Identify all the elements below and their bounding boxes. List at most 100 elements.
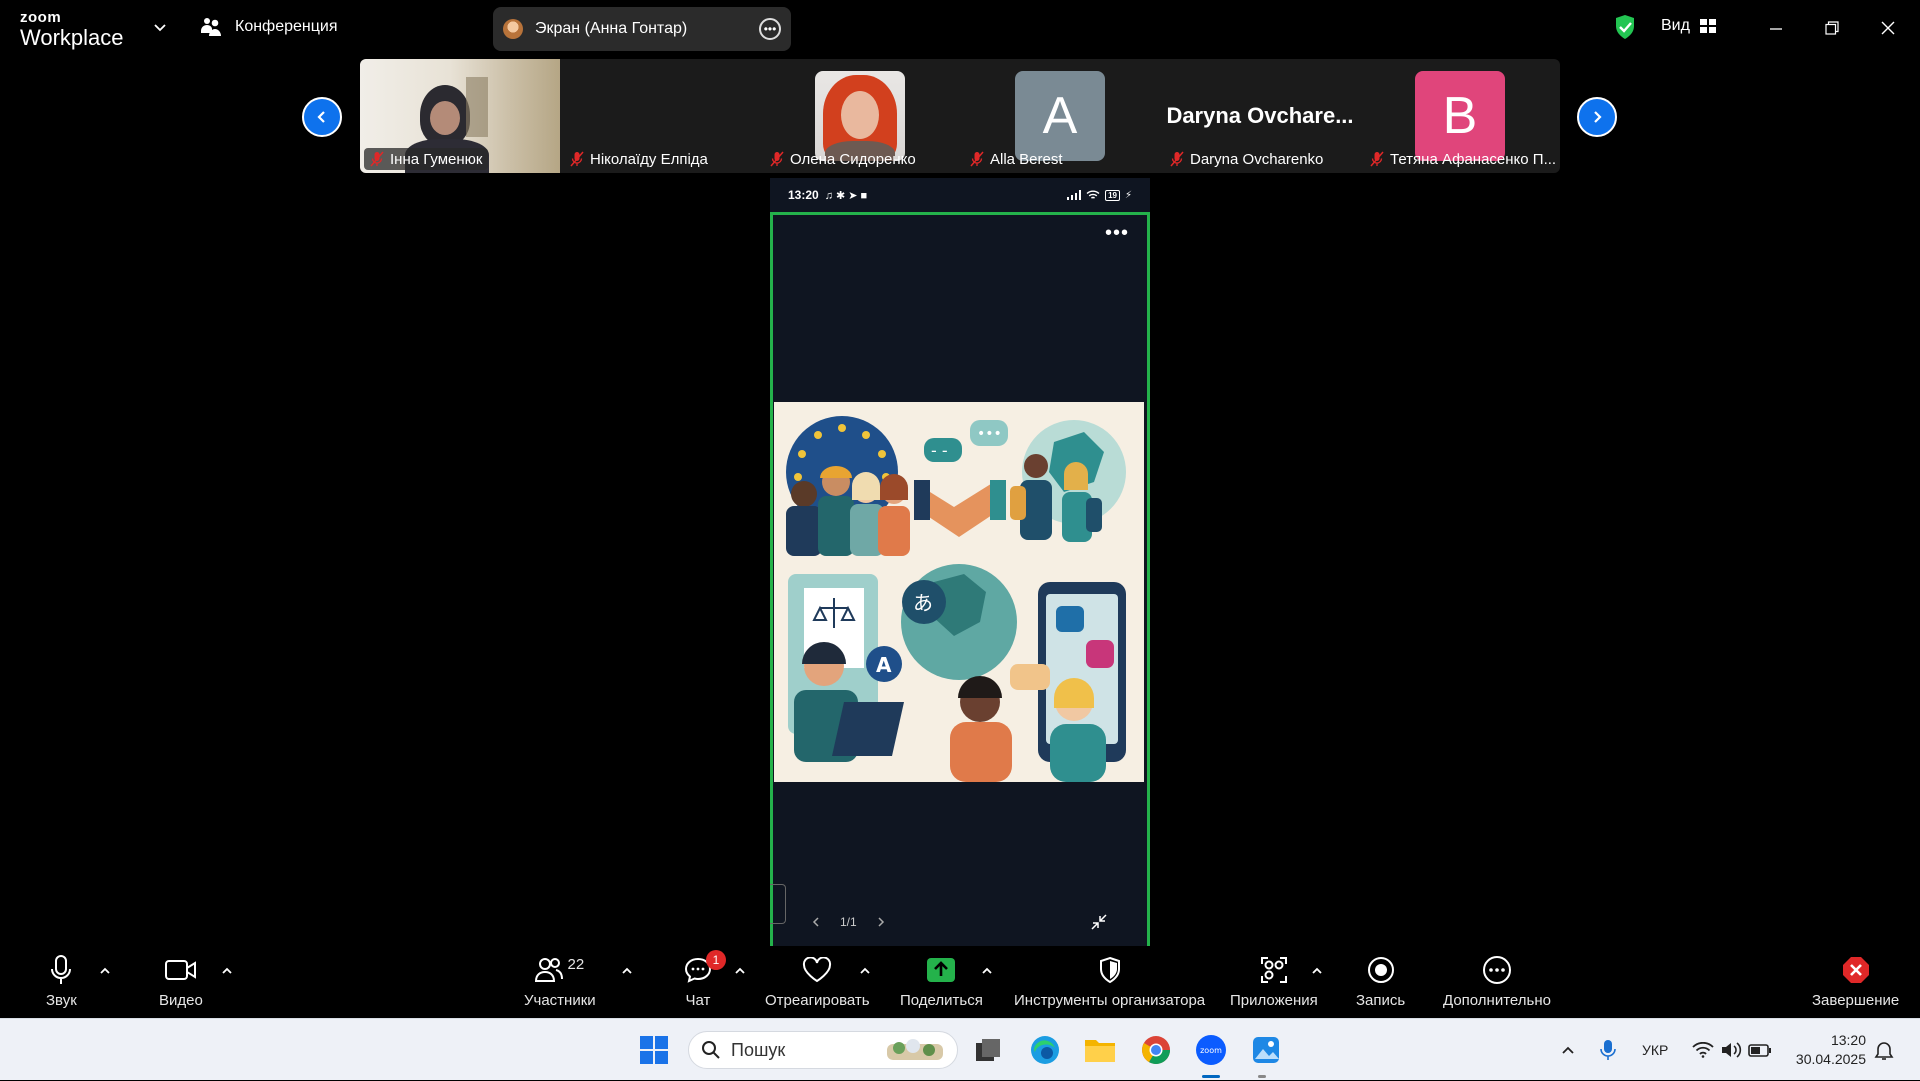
close-button[interactable] — [1874, 14, 1902, 42]
record-label: Запись — [1356, 992, 1406, 1009]
chevron-up-icon[interactable] — [980, 964, 994, 978]
phone-notification-icons: ♫ ✱ ➤ ■ — [824, 189, 868, 202]
chevron-right-icon[interactable] — [875, 916, 887, 928]
close-icon — [1881, 21, 1895, 35]
chevron-up-icon[interactable] — [733, 964, 747, 978]
video-camera-icon — [164, 960, 196, 980]
record-icon — [1367, 957, 1394, 983]
minimize-button[interactable] — [1762, 14, 1790, 42]
more-options-icon[interactable]: ••• — [759, 18, 781, 40]
chevron-up-icon[interactable] — [220, 964, 234, 978]
volume-icon[interactable] — [1720, 1041, 1742, 1059]
participant-tile[interactable]: A Alla Berest — [960, 59, 1160, 173]
edge-app[interactable] — [1027, 1032, 1063, 1068]
grid-view-icon — [1699, 19, 1716, 33]
people-icon — [201, 18, 221, 36]
start-button[interactable] — [636, 1032, 672, 1068]
more-label: Дополнительно — [1443, 992, 1551, 1009]
minimize-icon — [1770, 28, 1782, 30]
participant-name: Daryna Ovcharenko — [1190, 150, 1324, 168]
host-tools-label: Инструменты организатора — [1014, 992, 1206, 1009]
zoom-icon: zoom — [1196, 1035, 1226, 1065]
chevron-up-icon[interactable] — [98, 964, 112, 978]
previous-page-button[interactable] — [302, 97, 342, 137]
chevron-up-icon[interactable] — [1310, 964, 1324, 978]
svg-text:•••: ••• — [977, 426, 1002, 442]
mic-muted-icon — [1370, 151, 1384, 167]
participant-name-tag: Тетяна Афанасенко П... — [1364, 148, 1560, 170]
end-meeting-button[interactable]: Завершение — [1812, 952, 1899, 1009]
active-app-indicator — [1202, 1075, 1220, 1078]
react-button[interactable]: Отреагировать — [765, 952, 870, 1009]
taskbar-search[interactable]: Пошук — [688, 1031, 958, 1069]
wifi-icon[interactable] — [1692, 1042, 1715, 1058]
svg-text:zoom: zoom — [1200, 1046, 1222, 1055]
share-label: Экран (Анна Гонтар) — [535, 20, 688, 37]
file-explorer-app[interactable] — [1082, 1032, 1118, 1068]
meeting-toolbar: Звук Видео 22 Участники 1 Чат Отреагиров… — [0, 946, 1920, 1018]
restore-button[interactable] — [1818, 14, 1846, 42]
taskbar-clock[interactable]: 13:20 30.04.2025 — [1790, 1031, 1866, 1069]
share-screen-button[interactable]: Поделиться — [900, 952, 983, 1009]
participant-tile[interactable]: B Тетяна Афанасенко П... — [1360, 59, 1560, 173]
collapse-icon[interactable] — [1090, 913, 1108, 931]
participant-tile[interactable]: Ніколаїду Елпіда — [560, 59, 760, 173]
participants-icon — [535, 958, 564, 982]
share-label: Поделиться — [900, 992, 983, 1009]
search-icon — [702, 1041, 720, 1059]
participant-tile[interactable]: Інна Гуменюк — [360, 59, 560, 173]
chevron-up-icon[interactable] — [858, 964, 872, 978]
view-button[interactable]: Вид — [1661, 17, 1716, 35]
participant-name-tag: Інна Гуменюк — [364, 148, 489, 170]
participant-name: Інна Гуменюк — [390, 150, 483, 168]
apps-button[interactable]: Приложения — [1230, 952, 1318, 1009]
end-meeting-icon — [1842, 957, 1869, 983]
chevron-down-icon[interactable] — [152, 19, 168, 35]
phone-time: 13:20 — [788, 188, 819, 202]
end-label: Завершение — [1812, 992, 1900, 1009]
search-placeholder: Пошук — [731, 1039, 786, 1060]
participant-name: Тетяна Афанасенко П... — [1390, 150, 1557, 168]
screen-share-pill[interactable]: Экран (Анна Гонтар) ••• — [493, 7, 791, 51]
charging-icon: ⚡ — [1124, 189, 1132, 201]
video-button[interactable]: Видео — [159, 952, 203, 1009]
mic-muted-icon — [570, 151, 584, 167]
chevron-up-icon[interactable] — [1560, 1042, 1576, 1058]
battery-icon[interactable] — [1748, 1042, 1772, 1058]
zoom-app[interactable]: zoom — [1193, 1032, 1229, 1068]
wifi-icon — [1086, 190, 1100, 199]
participants-button[interactable]: 22 Участники — [524, 952, 596, 1009]
conference-button[interactable]: Конференция — [201, 17, 338, 37]
chat-button[interactable]: 1 Чат — [684, 950, 726, 1009]
chevron-up-icon[interactable] — [620, 964, 634, 978]
chevron-left-icon — [317, 111, 325, 123]
photos-app[interactable] — [1248, 1032, 1284, 1068]
next-page-button[interactable] — [1577, 97, 1617, 137]
participant-tile[interactable]: Daryna Ovchare... Daryna Ovcharenko — [1160, 59, 1360, 173]
more-icon — [1482, 956, 1511, 984]
record-button[interactable]: Запись — [1356, 952, 1405, 1009]
security-shield-icon[interactable] — [1614, 14, 1636, 40]
clock-time: 13:20 — [1830, 1032, 1866, 1048]
language-indicator[interactable]: УКР — [1642, 1042, 1668, 1058]
share-screen-icon — [927, 958, 956, 982]
chevron-left-icon[interactable] — [810, 916, 822, 928]
chrome-app[interactable] — [1138, 1032, 1174, 1068]
side-panel-tab[interactable] — [770, 884, 786, 924]
avatar — [503, 19, 523, 39]
audio-label: Звук — [46, 992, 77, 1009]
participant-name-tag: Ніколаїду Елпіда — [564, 148, 714, 170]
participant-tile[interactable]: Олена Сидоренко — [760, 59, 960, 173]
participants-count: 22 — [567, 956, 585, 973]
host-tools-button[interactable]: Инструменты организатора — [1014, 952, 1205, 1009]
react-label: Отреагировать — [765, 992, 870, 1009]
microphone-icon[interactable] — [1600, 1039, 1616, 1061]
participant-name-tag: Alla Berest — [964, 148, 1069, 170]
audio-button[interactable]: Звук — [46, 952, 77, 1009]
notifications-icon[interactable] — [1874, 1041, 1894, 1061]
more-button[interactable]: Дополнительно — [1443, 952, 1551, 1009]
more-options-icon[interactable]: ••• — [1105, 222, 1129, 245]
task-view-button[interactable] — [970, 1032, 1006, 1068]
mic-muted-icon — [370, 151, 384, 167]
mic-muted-icon — [1170, 151, 1184, 167]
